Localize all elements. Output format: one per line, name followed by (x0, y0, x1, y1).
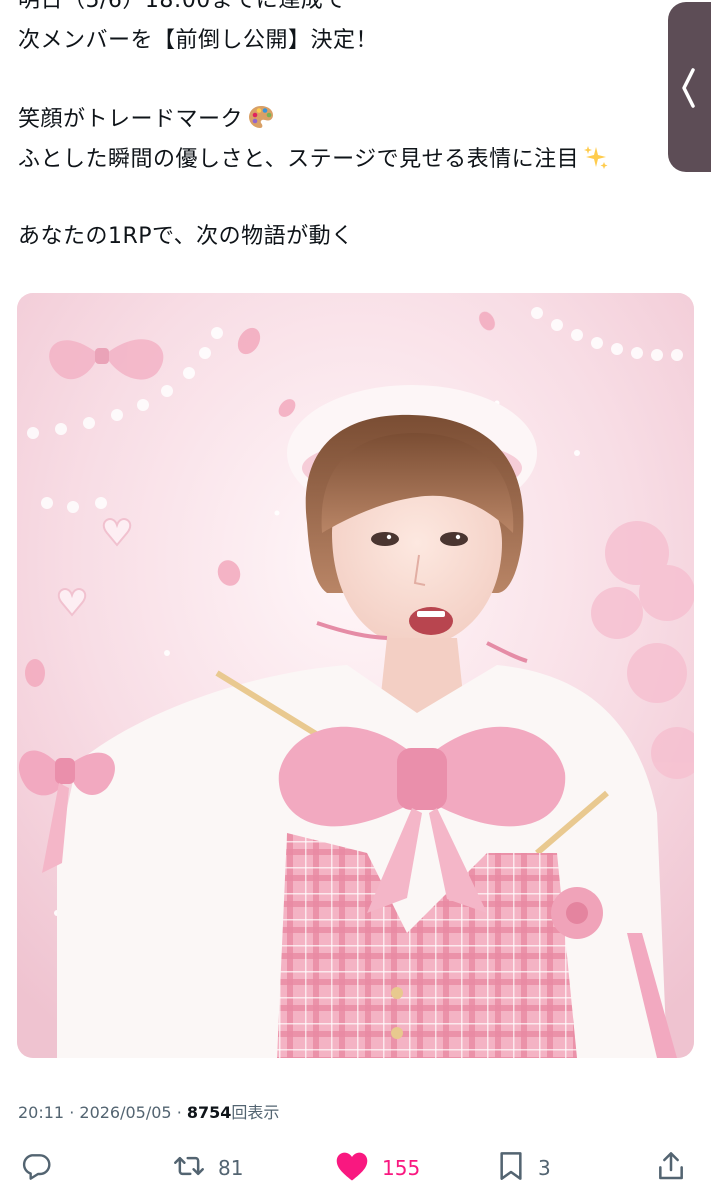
share-icon (656, 1150, 686, 1187)
view-count: 8754 (186, 1103, 232, 1122)
post-line-4-text: ふとした瞬間の優しさと、ステージで見せる表情に注目 (18, 147, 580, 172)
meta-separator: · (176, 1103, 182, 1122)
palette-emoji-icon (247, 104, 275, 139)
reply-button[interactable] (20, 1150, 52, 1186)
post-line-1: 明日（5/6）18:00までに達成で (18, 0, 346, 13)
post-image[interactable] (17, 293, 694, 1058)
side-panel-handle[interactable] (668, 2, 711, 172)
post-line-2: 次メンバーを【前倒し公開】決定！ (18, 28, 379, 53)
post-line-5: あなたの1RPで、次の物語が動く (18, 224, 354, 249)
sparkles-emoji-icon (583, 144, 609, 179)
post-time: 20:11 (18, 1103, 65, 1122)
view-label: 回表示 (231, 1103, 280, 1122)
post-date: 2026/05/05 (79, 1103, 172, 1122)
chevron-left-icon (680, 66, 696, 114)
post-meta: 20:11 · 2026/05/05 · 8754回表示 (18, 1099, 279, 1123)
retweet-icon (172, 1150, 206, 1187)
bookmark-button[interactable]: 3 (496, 1150, 551, 1186)
heart-icon (334, 1150, 370, 1187)
meta-separator: · (69, 1103, 75, 1122)
post-line-3: 笑顔がトレードマーク (18, 104, 275, 139)
reply-icon (20, 1150, 52, 1187)
post-line-4: ふとした瞬間の優しさと、ステージで見せる表情に注目 (18, 144, 609, 179)
like-button[interactable]: 155 (334, 1150, 420, 1186)
like-count: 155 (382, 1156, 421, 1180)
retweet-button[interactable]: 81 (172, 1150, 243, 1186)
post-line-3-text: 笑顔がトレードマーク (18, 107, 244, 132)
bookmark-count: 3 (538, 1156, 551, 1180)
bookmark-icon (496, 1150, 526, 1187)
share-button[interactable] (656, 1150, 686, 1186)
action-bar: 81 155 3 (0, 1140, 711, 1196)
retweet-count: 81 (218, 1156, 244, 1180)
